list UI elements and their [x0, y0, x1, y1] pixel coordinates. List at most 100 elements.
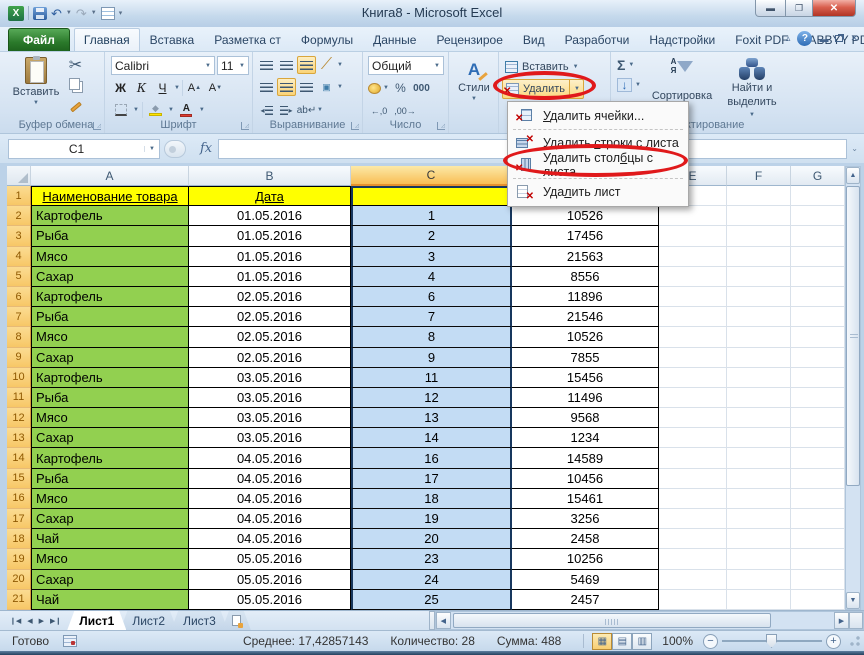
sort-filter-button[interactable]: АЯ Сортировка	[651, 58, 713, 102]
prev-sheet-icon[interactable]: ◀	[25, 616, 34, 626]
horizontal-scrollbar[interactable]: ◀ ▶	[435, 611, 864, 630]
cell-quantity[interactable]: 24	[351, 570, 512, 590]
cell-empty[interactable]	[659, 590, 727, 610]
find-dropdown-icon[interactable]: ▼	[749, 112, 755, 118]
cell-quantity[interactable]: 12	[351, 388, 512, 408]
format-painter-button[interactable]	[66, 98, 85, 116]
cell-empty[interactable]	[791, 388, 845, 408]
cell-product[interactable]: Сахар	[31, 570, 189, 590]
font-dialog-launcher[interactable]	[241, 122, 249, 130]
cell-product[interactable]: Сахар	[31, 509, 189, 529]
cell-product[interactable]: Рыба	[31, 307, 189, 327]
cell-empty[interactable]	[791, 549, 845, 569]
cell-date[interactable]: 02.05.2016	[189, 327, 351, 347]
cell-product[interactable]: Чай	[31, 590, 189, 610]
row-header-5[interactable]: 5	[7, 267, 31, 287]
cell-quantity[interactable]: 9	[351, 348, 512, 368]
cell-date[interactable]: 03.05.2016	[189, 388, 351, 408]
cell-empty[interactable]	[791, 327, 845, 347]
row-header-8[interactable]: 8	[7, 327, 31, 347]
next-sheet-icon[interactable]: ▶	[37, 616, 46, 626]
cell-empty[interactable]	[727, 307, 791, 327]
cell-empty[interactable]	[659, 549, 727, 569]
cell-date[interactable]: 02.05.2016	[189, 307, 351, 327]
cell-revenue[interactable]: 10256	[512, 549, 659, 569]
tab-вставка[interactable]: Вставка	[140, 28, 205, 51]
cell-empty[interactable]	[791, 368, 845, 388]
font-name-combo[interactable]: Calibri▼	[111, 56, 215, 75]
align-bottom-button[interactable]	[297, 56, 316, 74]
underline-button[interactable]: Ч	[153, 79, 172, 97]
formula-bar-expand-icon[interactable]: ⌄	[851, 144, 858, 153]
sheet-tab-лист2[interactable]: Лист2	[120, 611, 177, 630]
cell-quantity[interactable]: 16	[351, 448, 512, 468]
cell-revenue[interactable]: 10456	[512, 469, 659, 489]
cell-product[interactable]: Мясо	[31, 549, 189, 569]
cell-quantity[interactable]: 17	[351, 469, 512, 489]
cell-empty[interactable]	[659, 448, 727, 468]
cell-empty[interactable]	[791, 570, 845, 590]
autosum-button[interactable]: Σ ▼	[617, 57, 634, 73]
tab-разработчи[interactable]: Разработчи	[555, 28, 640, 51]
tab-file[interactable]: Файл	[8, 28, 70, 51]
cell-empty[interactable]	[659, 368, 727, 388]
cell-quantity[interactable]: 6	[351, 287, 512, 307]
cell-empty[interactable]	[791, 307, 845, 327]
cell-product[interactable]: Сахар	[31, 428, 189, 448]
alignment-dialog-launcher[interactable]	[351, 122, 359, 130]
cell-quantity[interactable]: 19	[351, 509, 512, 529]
cell-empty[interactable]	[727, 529, 791, 549]
cell-revenue[interactable]: 15461	[512, 489, 659, 509]
align-middle-button[interactable]	[277, 56, 296, 74]
workbook-restore-icon[interactable]	[835, 35, 843, 42]
increase-decimal-button[interactable]: ←,0	[368, 102, 390, 120]
row-header-6[interactable]: 6	[7, 287, 31, 307]
last-sheet-icon[interactable]: ▶❙	[48, 616, 63, 626]
cell-empty[interactable]	[659, 348, 727, 368]
cell-date[interactable]: 04.05.2016	[189, 448, 351, 468]
cell-empty[interactable]	[727, 226, 791, 246]
cell-empty[interactable]	[659, 489, 727, 509]
cell-empty[interactable]	[791, 226, 845, 246]
column-header-c[interactable]: C	[351, 166, 512, 186]
cell-date[interactable]: 04.05.2016	[189, 469, 351, 489]
cell-empty[interactable]	[659, 570, 727, 590]
cell-quantity[interactable]: 25	[351, 590, 512, 610]
cell-revenue[interactable]: 11896	[512, 287, 659, 307]
cell-date[interactable]: 05.05.2016	[189, 590, 351, 610]
cell-revenue[interactable]: 7855	[512, 348, 659, 368]
row-header-4[interactable]: 4	[7, 247, 31, 267]
cell-quantity[interactable]: 2	[351, 226, 512, 246]
cell-revenue[interactable]: 5469	[512, 570, 659, 590]
cell-revenue[interactable]: 17456	[512, 226, 659, 246]
cell-product[interactable]: Картофель	[31, 448, 189, 468]
cell-quantity[interactable]: 7	[351, 307, 512, 327]
cell-product[interactable]: Картофель	[31, 287, 189, 307]
cell-product[interactable]: Картофель	[31, 368, 189, 388]
cell-date[interactable]: 05.05.2016	[189, 549, 351, 569]
cell-revenue[interactable]: 21546	[512, 307, 659, 327]
active-cell-c1[interactable]	[351, 186, 512, 206]
cell-quantity[interactable]: 8	[351, 327, 512, 347]
cell-empty[interactable]	[659, 408, 727, 428]
cell-revenue[interactable]: 14589	[512, 448, 659, 468]
close-button[interactable]: ✕	[813, 0, 856, 17]
cell-empty[interactable]	[727, 368, 791, 388]
cell-date[interactable]: 04.05.2016	[189, 529, 351, 549]
cell-empty[interactable]	[791, 590, 845, 610]
cell-f1[interactable]	[727, 186, 791, 206]
decrease-indent-button[interactable]: ◂	[257, 101, 276, 119]
row-header-13[interactable]: 13	[7, 428, 31, 448]
cell-empty[interactable]	[659, 267, 727, 287]
tab-надстройки[interactable]: Надстройки	[639, 28, 725, 51]
cell-date[interactable]: 03.05.2016	[189, 368, 351, 388]
cell-empty[interactable]	[659, 388, 727, 408]
cell-product[interactable]: Мясо	[31, 408, 189, 428]
cell-g1[interactable]	[791, 186, 845, 206]
cell-revenue[interactable]: 2457	[512, 590, 659, 610]
cell-empty[interactable]	[791, 469, 845, 489]
cell-revenue[interactable]: 2458	[512, 529, 659, 549]
cell-empty[interactable]	[659, 247, 727, 267]
cell-date[interactable]: 04.05.2016	[189, 489, 351, 509]
percent-button[interactable]: %	[391, 79, 410, 97]
